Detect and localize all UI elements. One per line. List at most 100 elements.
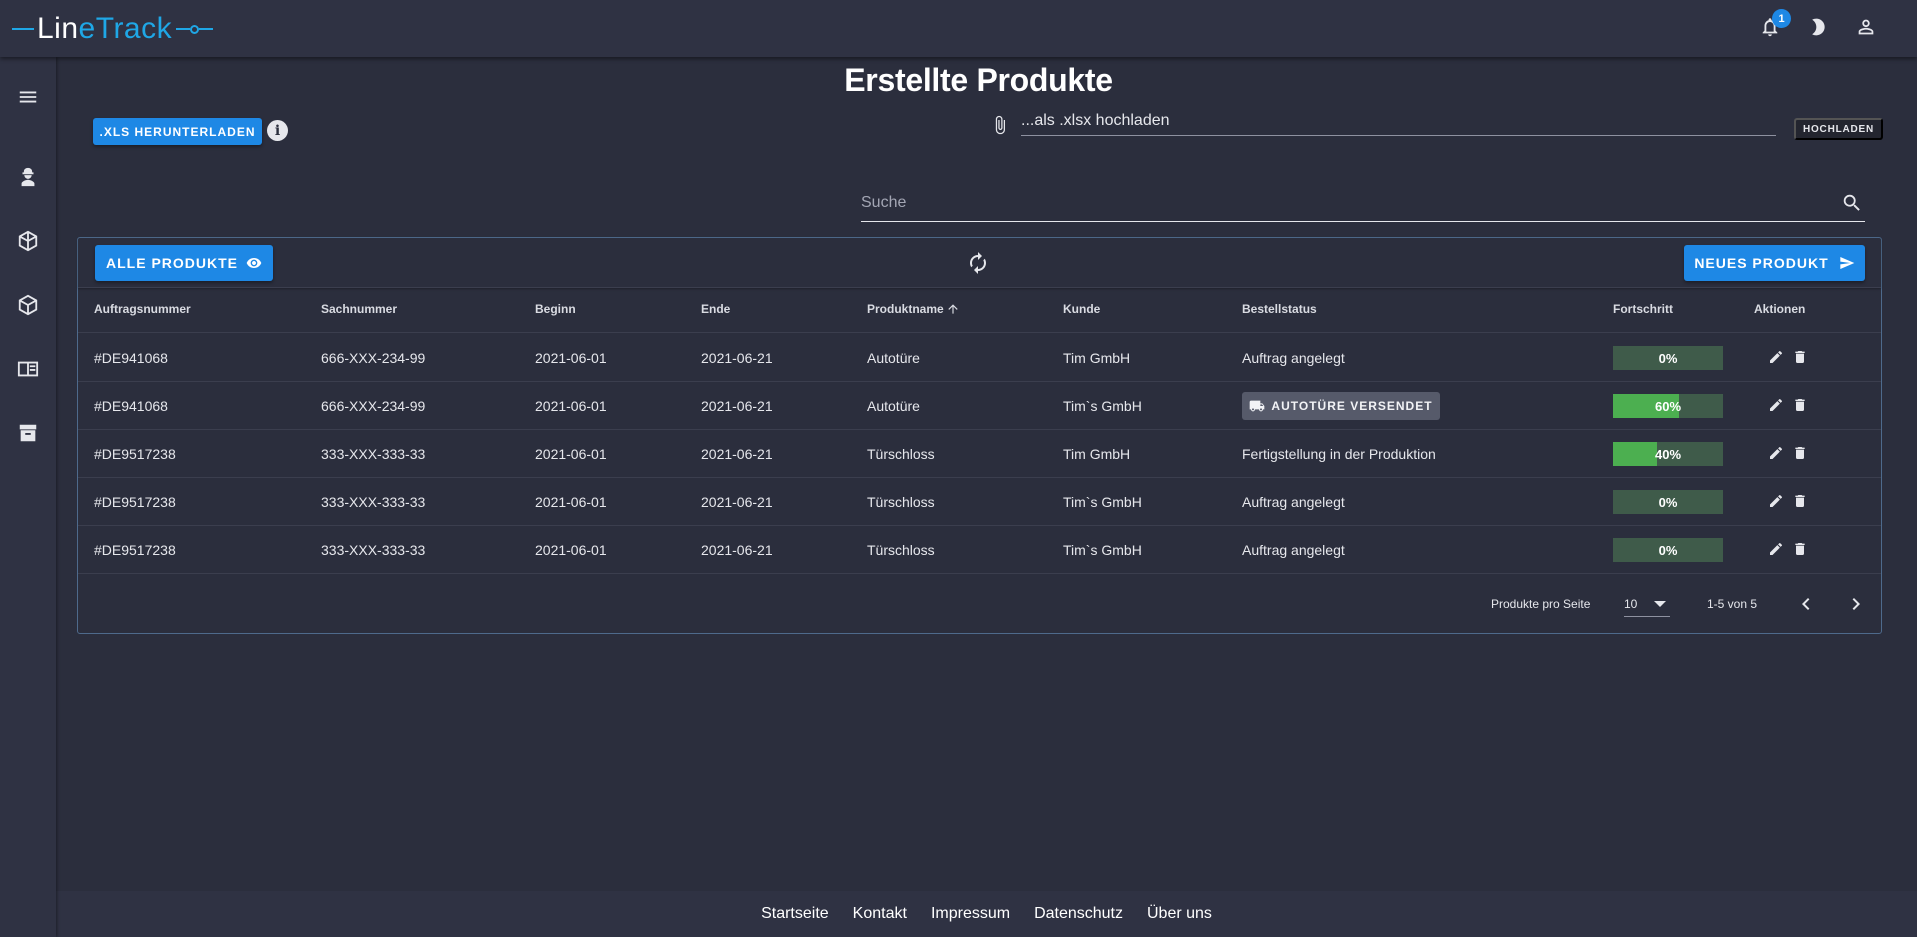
account-person-icon[interactable] [1853, 14, 1879, 40]
file-upload-field[interactable]: ...als .xlsx hochladen [1021, 112, 1776, 136]
new-product-label: NEUES PRODUKT [1694, 255, 1829, 271]
delete-trash-icon[interactable] [1792, 349, 1810, 367]
chevron-left-icon[interactable] [1794, 592, 1818, 616]
cell-kunde: Tim GmbH [1063, 350, 1131, 366]
table-row[interactable]: #DE9517238 333-XXX-333-33 2021-06-01 2021-0… [78, 478, 1881, 526]
status-chip-label: AUTOTÜRE VERSENDET [1271, 399, 1433, 413]
cell-kunde: Tim`s GmbH [1063, 542, 1142, 558]
upload-button[interactable]: HOCHLADEN [1794, 118, 1883, 140]
progress-label: 40% [1654, 446, 1682, 462]
cell-auftragsnummer: #DE9517238 [94, 446, 176, 462]
search-input[interactable]: Suche [861, 194, 906, 212]
rows-per-page-label: Produkte pro Seite [1491, 597, 1591, 611]
col-bestellstatus[interactable]: Bestellstatus [1242, 302, 1317, 316]
new-product-button[interactable]: NEUES PRODUKT [1684, 245, 1865, 281]
col-ende[interactable]: Ende [701, 302, 730, 316]
notification-badge: 1 [1772, 9, 1791, 28]
cell-produktname: Türschloss [867, 494, 935, 510]
sidebar-box-icon[interactable] [12, 225, 44, 257]
rows-per-page-select[interactable]: 10 [1624, 592, 1670, 617]
col-kunde[interactable]: Kunde [1063, 302, 1100, 316]
col-auftragsnummer[interactable]: Auftragsnummer [94, 302, 191, 316]
status-chip[interactable]: AUTOTÜRE VERSENDET [1242, 392, 1440, 420]
page-title: Erstellte Produkte [844, 62, 1113, 98]
chevron-right-icon[interactable] [1844, 592, 1868, 616]
table-row[interactable]: #DE941068 666-XXX-234-99 2021-06-01 2021-06… [78, 334, 1881, 382]
col-produktname-label: Produktname [867, 302, 944, 316]
cell-kunde: Tim`s GmbH [1063, 398, 1142, 414]
cell-auftragsnummer: #DE9517238 [94, 494, 176, 510]
dark-mode-moon-icon[interactable] [1805, 14, 1831, 40]
cell-bestellstatus: Auftrag angelegt [1242, 350, 1345, 366]
cell-kunde: Tim GmbH [1063, 446, 1131, 462]
all-products-button[interactable]: ALLE PRODUKTE [95, 245, 273, 281]
sidebar [0, 57, 56, 937]
menu-hamburger-icon[interactable] [12, 81, 44, 113]
sidebar-book-icon[interactable] [12, 353, 44, 385]
progress-label: 0% [1658, 542, 1678, 558]
notifications-bell-icon[interactable]: 1 [1757, 9, 1791, 40]
sidebar-archive-icon[interactable] [12, 417, 44, 449]
info-icon[interactable]: i [267, 120, 288, 141]
search-icon[interactable] [1841, 192, 1865, 216]
truck-icon [1249, 398, 1265, 414]
app-logo[interactable]: Lin eTrack [12, 12, 214, 46]
progress-bar: 40% [1613, 442, 1723, 466]
delete-trash-icon[interactable] [1792, 397, 1810, 415]
table-toolbar: ALLE PRODUKTE NEUES PRODUKT [78, 238, 1881, 288]
cell-bestellstatus: Fertigstellung in der Produktion [1242, 446, 1436, 462]
cell-sachnummer: 666-XXX-234-99 [321, 398, 426, 414]
edit-pencil-icon[interactable] [1768, 445, 1786, 463]
logo-line-right [176, 24, 214, 34]
progress-label: 0% [1658, 494, 1678, 510]
cell-sachnummer: 333-XXX-333-33 [321, 542, 426, 558]
eye-icon [246, 255, 262, 271]
table-row[interactable]: #DE941068 666-XXX-234-99 2021-06-01 2021-06… [78, 382, 1881, 430]
cell-produktname: Autotüre [867, 350, 920, 366]
rows-per-page-value: 10 [1624, 597, 1638, 611]
footer-link-ueber-uns[interactable]: Über uns [1147, 905, 1212, 923]
edit-pencil-icon[interactable] [1768, 349, 1786, 367]
sidebar-package-icon[interactable] [12, 289, 44, 321]
send-icon [1839, 255, 1855, 271]
cell-auftragsnummer: #DE941068 [94, 350, 168, 366]
cell-auftragsnummer: #DE941068 [94, 398, 168, 414]
footer: Startseite Kontakt Impressum Datenschutz… [56, 891, 1917, 937]
file-upload: ...als .xlsx hochladen [990, 112, 1785, 137]
footer-link-kontakt[interactable]: Kontakt [853, 905, 907, 923]
col-beginn[interactable]: Beginn [535, 302, 576, 316]
progress-bar: 0% [1613, 346, 1723, 370]
edit-pencil-icon[interactable] [1768, 541, 1786, 559]
col-sachnummer[interactable]: Sachnummer [321, 302, 397, 316]
refresh-icon[interactable] [966, 251, 990, 275]
caret-down-icon [1654, 601, 1666, 607]
edit-pencil-icon[interactable] [1768, 493, 1786, 511]
cell-sachnummer: 333-XXX-333-33 [321, 446, 426, 462]
sort-arrow-up-icon [946, 302, 960, 316]
progress-label: 0% [1658, 350, 1678, 366]
footer-link-startseite[interactable]: Startseite [761, 905, 829, 923]
delete-trash-icon[interactable] [1792, 541, 1810, 559]
cell-ende: 2021-06-21 [701, 542, 773, 558]
progress-bar: 0% [1613, 490, 1723, 514]
footer-link-datenschutz[interactable]: Datenschutz [1034, 905, 1123, 923]
sidebar-worker-icon[interactable] [12, 161, 44, 193]
cell-ende: 2021-06-21 [701, 350, 773, 366]
xls-download-button[interactable]: .XLS HERUNTERLADEN [93, 118, 262, 145]
cell-ende: 2021-06-21 [701, 494, 773, 510]
cell-produktname: Türschloss [867, 446, 935, 462]
delete-trash-icon[interactable] [1792, 493, 1810, 511]
delete-trash-icon[interactable] [1792, 445, 1810, 463]
search-field[interactable]: Suche [861, 191, 1865, 222]
footer-link-impressum[interactable]: Impressum [931, 905, 1010, 923]
progress-bar: 60% [1613, 394, 1723, 418]
page-range: 1-5 von 5 [1707, 597, 1758, 611]
table-row[interactable]: #DE9517238 333-XXX-333-33 2021-06-01 2021-0… [78, 526, 1881, 574]
attachment-clip-icon[interactable] [990, 112, 1010, 138]
col-fortschritt[interactable]: Fortschritt [1613, 302, 1673, 316]
cell-bestellstatus: Auftrag angelegt [1242, 494, 1345, 510]
edit-pencil-icon[interactable] [1768, 397, 1786, 415]
table-row[interactable]: #DE9517238 333-XXX-333-33 2021-06-01 2021-0… [78, 430, 1881, 478]
col-produktname[interactable]: Produktname [867, 302, 960, 316]
table-header: Auftragsnummer Sachnummer Beginn Ende Pr… [78, 288, 1881, 333]
